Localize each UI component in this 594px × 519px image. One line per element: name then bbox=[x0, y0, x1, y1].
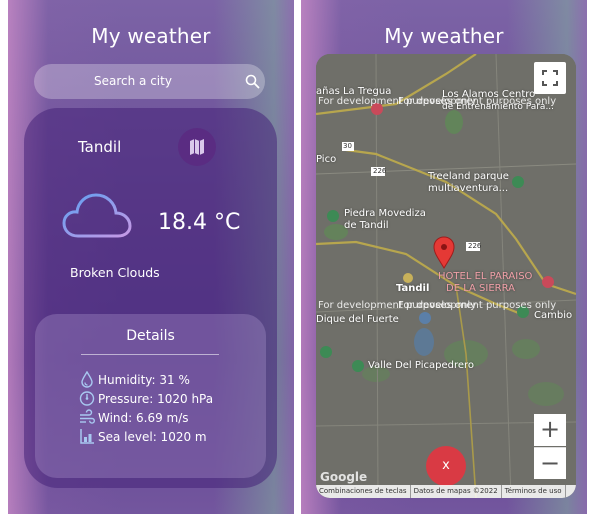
pressure-text: Pressure: 1020 hPa bbox=[98, 392, 214, 406]
terms-link[interactable]: Términos de uso bbox=[502, 485, 566, 498]
details-title: Details bbox=[126, 328, 175, 344]
keyboard-shortcuts-link[interactable]: Combinaciones de teclas bbox=[316, 485, 411, 498]
wind-text: Wind: 6.69 m/s bbox=[98, 411, 189, 425]
place-label: de Tandil bbox=[344, 220, 389, 231]
road-number: 30 bbox=[343, 142, 352, 150]
place-label: de Entrenamiento Para... bbox=[442, 102, 555, 112]
sea-level-icon bbox=[80, 429, 94, 444]
place-label: añas La Tregua bbox=[316, 86, 392, 97]
city-name: Tandil bbox=[78, 138, 122, 156]
close-map-button[interactable]: x bbox=[426, 446, 466, 486]
map-data-text: Datos de mapas ©2022 bbox=[411, 485, 502, 498]
fullscreen-icon bbox=[542, 70, 558, 86]
map-screen: My weather For development purposes only… bbox=[301, 0, 587, 514]
place-label: DE LA SIERRA bbox=[446, 283, 515, 294]
map-icon bbox=[190, 139, 204, 155]
droplet-icon bbox=[81, 371, 93, 388]
search-input[interactable]: Search a city bbox=[34, 64, 265, 99]
cloud-icon bbox=[62, 193, 132, 238]
sea-level-text: Sea level: 1020 m bbox=[98, 430, 207, 444]
place-label: Pico bbox=[316, 154, 337, 165]
place-label: Piedra Movediza bbox=[344, 208, 426, 219]
fullscreen-button[interactable] bbox=[534, 62, 566, 94]
open-map-button[interactable] bbox=[178, 128, 216, 166]
google-logo: Google bbox=[320, 470, 368, 484]
map-view[interactable]: For development purposes only For develo… bbox=[316, 54, 576, 498]
place-label: Tandil bbox=[396, 283, 430, 294]
gauge-icon bbox=[79, 391, 95, 406]
divider bbox=[81, 354, 219, 355]
weather-screen: My weather Search a city Tandil 18.4 °C … bbox=[8, 0, 294, 514]
details-panel: Details Humidity: 31 % Pressure: 1020 hP… bbox=[35, 314, 266, 478]
dev-notice: For development purposes only bbox=[398, 300, 557, 311]
wind-icon bbox=[80, 409, 95, 424]
weather-description: Broken Clouds bbox=[70, 265, 160, 280]
place-label: Valle Del Picapedrero bbox=[368, 360, 475, 371]
zoom-in-button[interactable]: + bbox=[534, 414, 566, 446]
app-title: My weather bbox=[91, 24, 211, 48]
place-label: HOTEL EL PARAISO bbox=[438, 271, 533, 282]
place-label: Dique del Fuerte bbox=[316, 314, 399, 325]
place-label: Treeland parque bbox=[428, 171, 509, 182]
road-number: 226 bbox=[468, 242, 482, 250]
humidity-text: Humidity: 31 % bbox=[98, 373, 190, 387]
zoom-out-button[interactable]: − bbox=[534, 447, 566, 479]
place-label: Los Alamos Centro bbox=[442, 89, 536, 100]
search-icon[interactable] bbox=[245, 74, 260, 89]
map-attribution: Combinaciones de teclas Datos de mapas ©2… bbox=[316, 485, 576, 498]
place-label: multiaventura... bbox=[428, 183, 509, 194]
weather-card: Tandil 18.4 °C Broken Clouds Details Hum… bbox=[24, 108, 277, 488]
road-number: 226 bbox=[373, 167, 387, 175]
place-label: Cambio bbox=[534, 310, 573, 321]
temperature: 18.4 °C bbox=[158, 210, 241, 235]
app-title: My weather bbox=[384, 24, 504, 48]
